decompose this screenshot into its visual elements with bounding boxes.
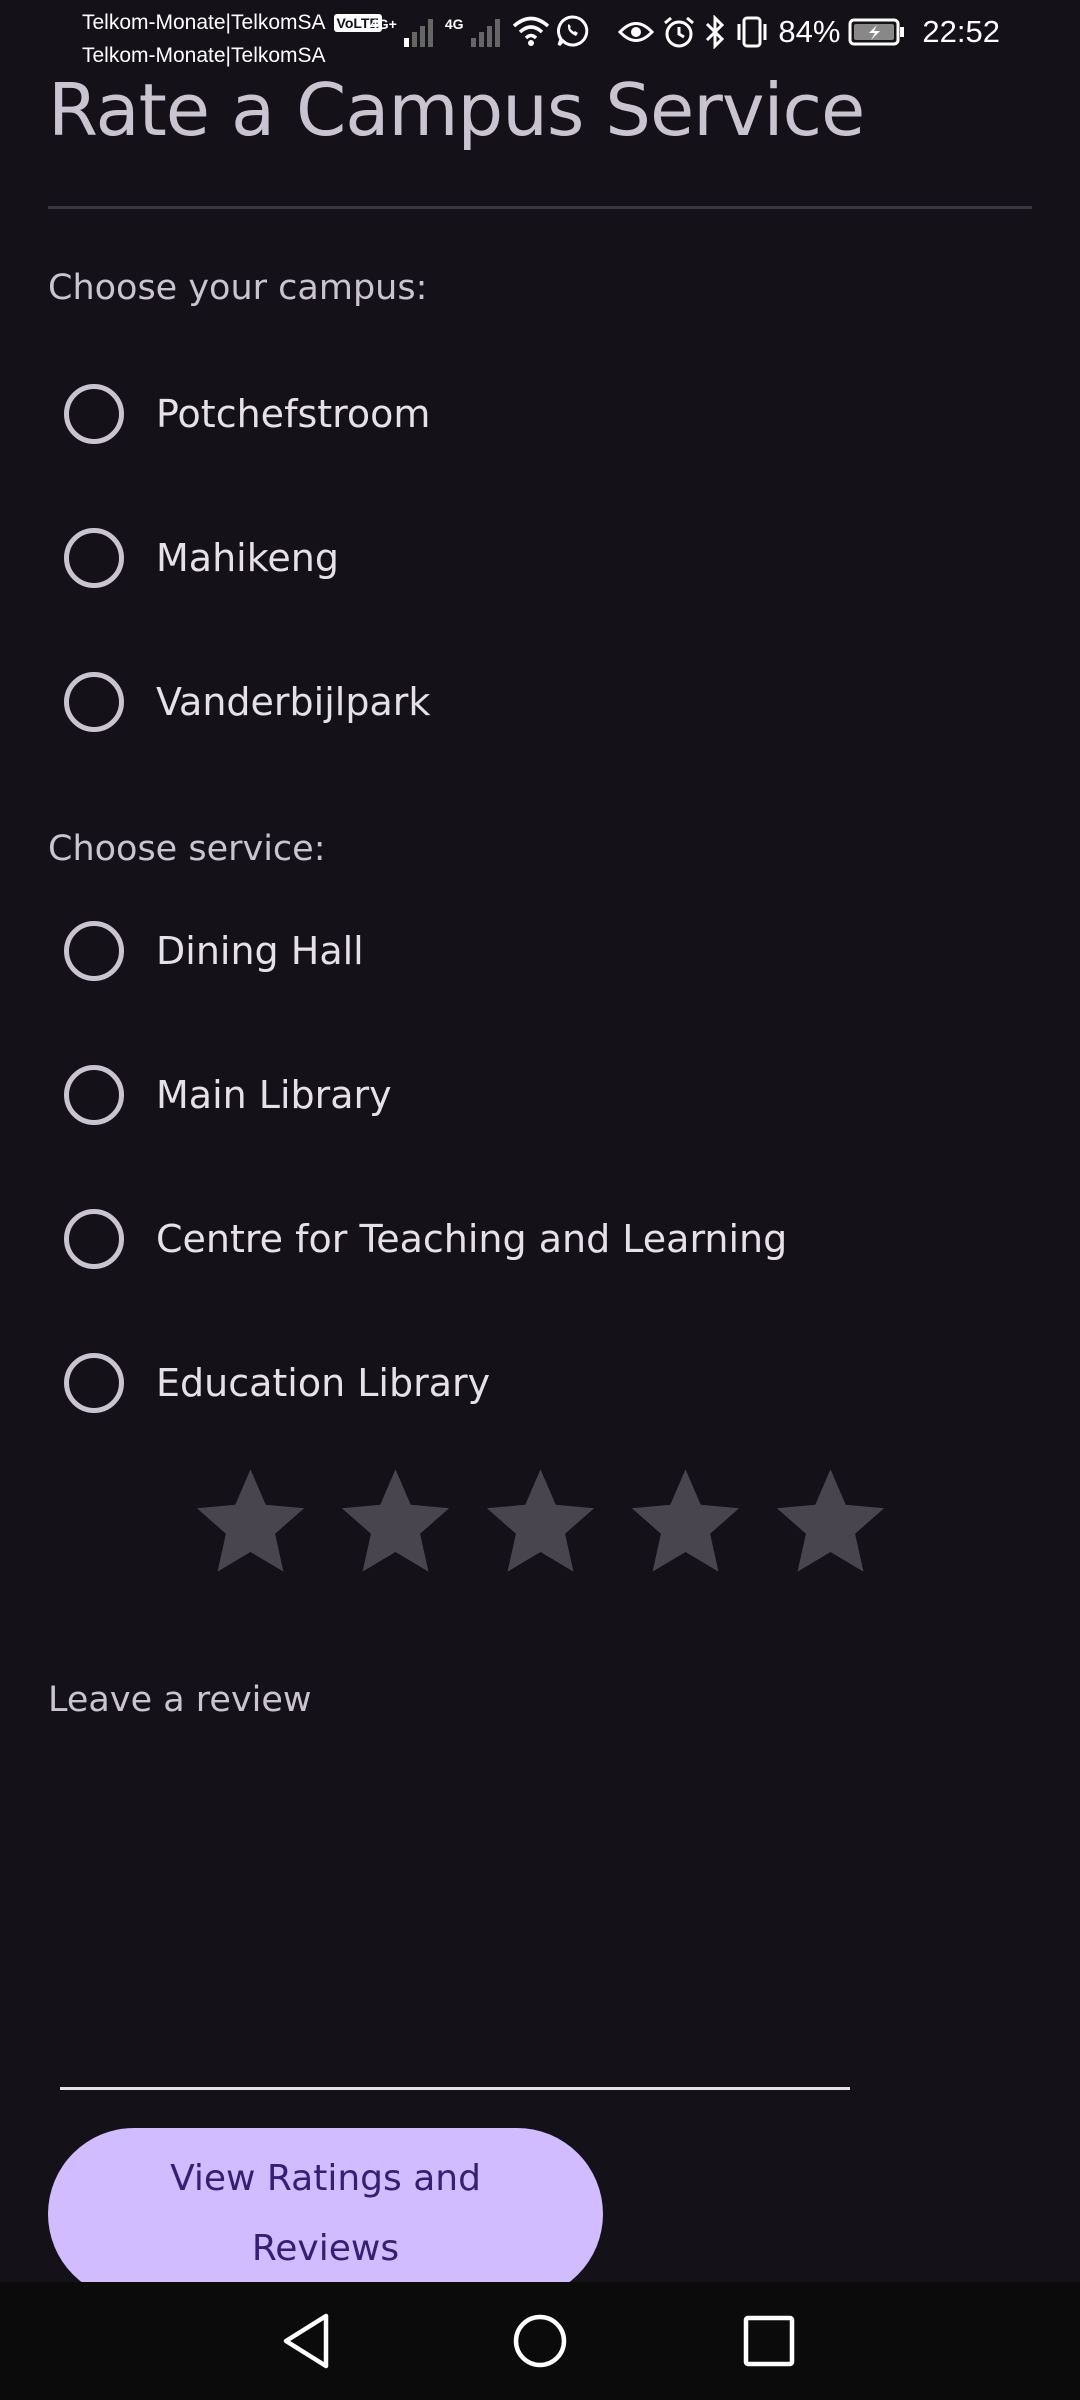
signal-strength-icon xyxy=(470,19,500,47)
service-radio-ctl[interactable]: Centre for Teaching and Learning xyxy=(64,1207,787,1271)
signal-strength-icon xyxy=(403,19,433,47)
service-radio-main-library[interactable]: Main Library xyxy=(64,1063,392,1127)
campus-radio-mahikeng[interactable]: Mahikeng xyxy=(64,526,339,590)
system-status: 84% 22:52 xyxy=(618,14,1000,50)
carrier-name-1: Telkom-Monate|TelkomSA xyxy=(82,11,326,34)
status-bar: Telkom-Monate|TelkomSA VoLTE Telkom-Mona… xyxy=(0,0,1080,67)
back-icon[interactable] xyxy=(278,2310,340,2372)
star-icon-4[interactable] xyxy=(625,1462,746,1580)
service-radio-education-library[interactable]: Education Library xyxy=(64,1351,490,1415)
review-input[interactable] xyxy=(60,1740,850,2090)
radio-label: Dining Hall xyxy=(156,929,364,973)
radio-unchecked-icon xyxy=(64,1065,124,1125)
radio-unchecked-icon xyxy=(64,528,124,588)
bluetooth-icon xyxy=(706,15,725,49)
navigation-bar xyxy=(0,2282,1080,2400)
radio-unchecked-icon xyxy=(64,672,124,732)
radio-unchecked-icon xyxy=(64,1353,124,1413)
recents-icon[interactable] xyxy=(738,2310,800,2372)
star-icon-2[interactable] xyxy=(335,1462,456,1580)
radio-label: Mahikeng xyxy=(156,536,339,580)
radio-unchecked-icon xyxy=(64,384,124,444)
star-icon-1[interactable] xyxy=(190,1462,311,1580)
campus-radio-potchefstroom[interactable]: Potchefstroom xyxy=(64,382,430,446)
clock: 22:52 xyxy=(922,14,1000,49)
network-icons: 4G+ 4G xyxy=(370,14,590,48)
battery-charging-icon xyxy=(848,18,905,46)
radio-unchecked-icon xyxy=(64,921,124,981)
eye-icon xyxy=(618,22,655,42)
wifi-icon xyxy=(512,16,549,46)
vibrate-icon xyxy=(737,16,767,48)
radio-label: Vanderbijlpark xyxy=(156,680,431,724)
review-label: Leave a review xyxy=(48,1680,312,1720)
app-screen: Telkom-Monate|TelkomSA VoLTE Telkom-Mona… xyxy=(0,0,1080,2400)
carrier-info: Telkom-Monate|TelkomSA VoLTE Telkom-Mona… xyxy=(82,6,382,72)
home-icon[interactable] xyxy=(509,2310,571,2372)
radio-label: Centre for Teaching and Learning xyxy=(156,1217,788,1261)
star-icon-3[interactable] xyxy=(480,1462,601,1580)
radio-label: Potchefstroom xyxy=(156,392,431,436)
alarm-icon xyxy=(664,16,695,48)
campus-radio-vanderbijlpark[interactable]: Vanderbijlpark xyxy=(64,670,430,734)
radio-label: Main Library xyxy=(156,1073,392,1117)
network-type-2: 4G xyxy=(444,16,464,32)
service-section-label: Choose service: xyxy=(48,829,326,869)
rating-bar[interactable] xyxy=(190,1462,891,1580)
radio-unchecked-icon xyxy=(64,1209,124,1269)
star-icon-5[interactable] xyxy=(770,1462,891,1580)
view-ratings-button[interactable]: View Ratings and Reviews xyxy=(48,2128,603,2300)
divider xyxy=(48,206,1032,209)
battery-percentage: 84% xyxy=(778,14,841,49)
service-radio-dining-hall[interactable]: Dining Hall xyxy=(64,919,364,983)
page-title: Rate a Campus Service xyxy=(48,68,865,152)
radio-label: Education Library xyxy=(156,1361,491,1405)
campus-section-label: Choose your campus: xyxy=(48,268,428,308)
network-type-1: 4G+ xyxy=(370,16,397,32)
whatsapp-icon xyxy=(556,15,588,47)
